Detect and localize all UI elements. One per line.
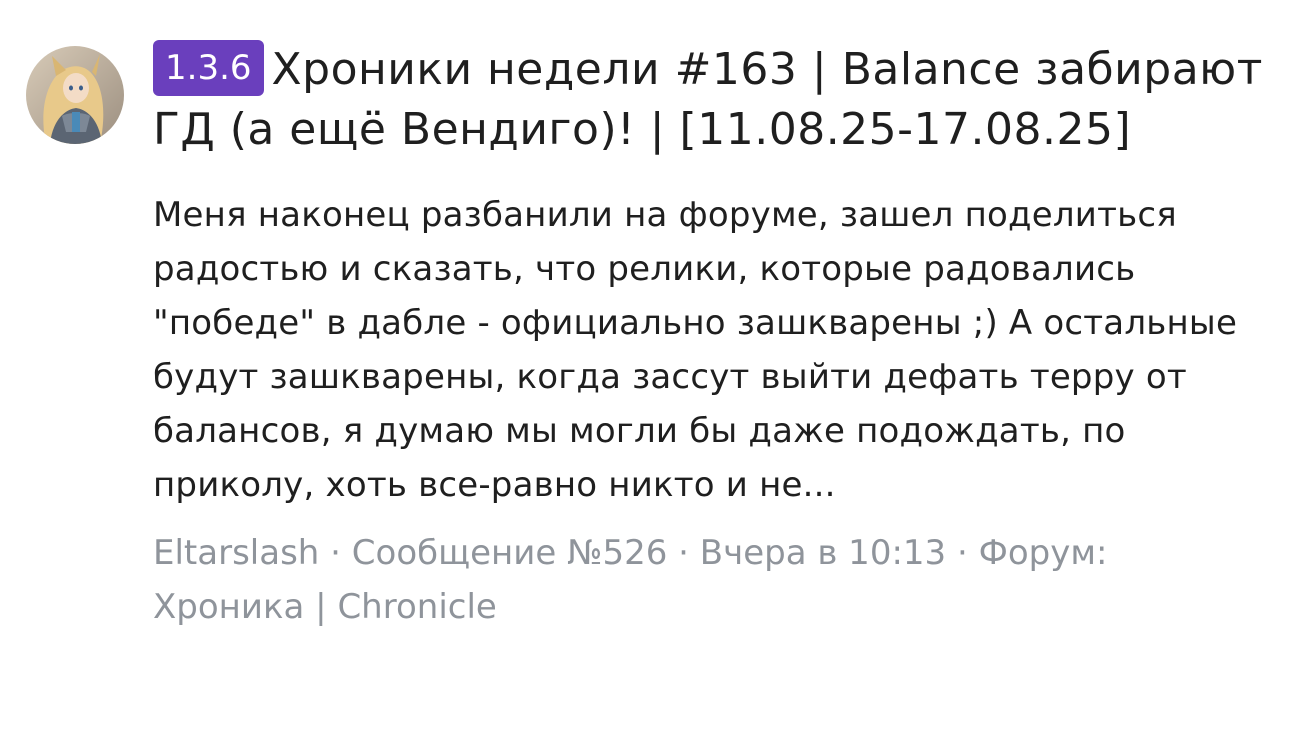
forum-link[interactable]: Хроника | Chronicle bbox=[153, 587, 497, 627]
author-link[interactable]: Eltarslash bbox=[153, 533, 319, 573]
result-meta: Eltarslash · Сообщение №526 · Вчера в 10… bbox=[153, 526, 1263, 634]
result-title-link[interactable]: 1.3.6 Хроники недели #163 | Balance забир… bbox=[153, 40, 1263, 160]
meta-separator: · bbox=[667, 533, 700, 573]
message-link[interactable]: Сообщение №526 bbox=[352, 533, 668, 573]
result-title-text[interactable]: Хроники недели #163 | Balance забирают Г… bbox=[153, 44, 1263, 155]
result-content: 1.3.6 Хроники недели #163 | Balance забир… bbox=[153, 40, 1263, 634]
search-result-item: 1.3.6 Хроники недели #163 | Balance забир… bbox=[0, 0, 1290, 743]
prefix-badge[interactable]: 1.3.6 bbox=[153, 40, 264, 96]
avatar-image bbox=[26, 46, 124, 144]
avatar[interactable] bbox=[26, 46, 124, 144]
meta-separator: · bbox=[319, 533, 352, 573]
result-snippet: Меня наконец разбанили на форуме, зашел … bbox=[153, 195, 1238, 505]
meta-separator: · bbox=[946, 533, 979, 573]
forum-label: Форум: bbox=[978, 533, 1108, 573]
post-time: Вчера в 10:13 bbox=[699, 533, 947, 573]
